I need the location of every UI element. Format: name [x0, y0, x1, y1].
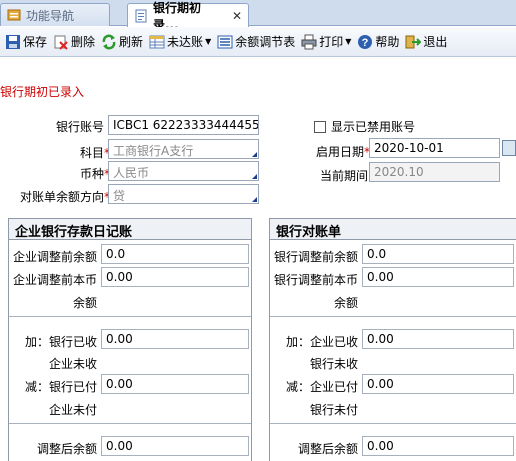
- before-currency-label: 企业调整前本币: [12, 273, 97, 287]
- save-button[interactable]: 保存: [2, 31, 50, 53]
- current-period-field: 2020.10: [369, 162, 500, 182]
- before-currency-label: 银行调整前本币: [273, 273, 358, 287]
- after-balance-label: 调整后余额: [36, 442, 97, 456]
- calendar-icon[interactable]: [502, 140, 516, 156]
- before-currency-label-cont: 余额: [72, 296, 97, 310]
- tab-label: 功能导航: [26, 8, 75, 23]
- save-icon: [5, 34, 21, 50]
- tab-function-nav[interactable]: 功能导航: [0, 3, 110, 26]
- before-currency-label-cont: 余额: [333, 296, 358, 310]
- sub-label: 减：银行已付: [24, 380, 97, 394]
- help-icon: ?: [357, 34, 373, 50]
- add-label-cont: 企业未收: [48, 357, 97, 371]
- panel-title: 银行对账单: [270, 219, 516, 240]
- account-field[interactable]: ICBC1 622233334444555: [108, 115, 259, 135]
- panel-title: 企业银行存款日记账: [9, 219, 251, 240]
- exit-icon: [405, 34, 422, 50]
- after-balance-field[interactable]: 0.00: [362, 436, 514, 456]
- before-balance-label: 银行调整前余额: [273, 250, 358, 264]
- bank-statement-panel: 银行对账单 银行调整前余额 0.0 银行调整前本币 0.00 余额 加：企业已收…: [269, 218, 516, 461]
- balance-sheet-button[interactable]: 余额调节表: [214, 31, 298, 53]
- add-label: 加：银行已收: [24, 335, 97, 349]
- show-disabled-checkbox[interactable]: 显示已禁用账号: [314, 118, 415, 135]
- subject-label: 科目*: [79, 146, 110, 160]
- current-period-label: 当前期间: [319, 169, 368, 183]
- document-icon: [134, 9, 148, 23]
- delete-icon: [53, 34, 69, 50]
- chevron-down-icon: ▼: [345, 37, 352, 46]
- enterprise-journal-panel: 企业银行存款日记账 企业调整前余额 0.0 企业调整前本币 0.00 余额 加：…: [8, 218, 252, 461]
- unreconciled-button[interactable]: 未达账 ▼: [146, 31, 214, 53]
- exit-button[interactable]: 退出: [402, 31, 450, 53]
- account-label: 银行账号: [55, 120, 104, 134]
- print-button[interactable]: 打印 ▼: [298, 31, 354, 53]
- divider: [270, 316, 516, 317]
- home-icon: [7, 8, 21, 22]
- direction-field[interactable]: 贷: [108, 184, 259, 204]
- start-date-field[interactable]: 2020-10-01: [369, 138, 500, 158]
- status-message: 银行期初已录入: [0, 85, 85, 99]
- before-balance-field[interactable]: 0.0: [101, 244, 249, 264]
- sub-label: 减：企业已付: [285, 380, 358, 394]
- add-label: 加：企业已收: [285, 335, 358, 349]
- add-label-cont: 银行未收: [309, 357, 358, 371]
- sub-label-cont: 银行未付: [309, 403, 358, 417]
- toolbar: 保存 删除 刷新 未达账 ▼ 余额调节表 打印 ▼ ? 帮助 退出: [0, 27, 516, 57]
- sub-label-cont: 企业未付: [48, 403, 97, 417]
- currency-field[interactable]: 人民币: [108, 161, 259, 181]
- before-currency-field[interactable]: 0.00: [101, 267, 249, 287]
- refresh-icon: [101, 34, 117, 50]
- subject-field[interactable]: 工商银行A支行: [108, 139, 259, 159]
- help-button[interactable]: ? 帮助: [354, 31, 402, 53]
- list-icon: [217, 34, 233, 50]
- after-balance-label: 调整后余额: [297, 442, 358, 456]
- checkbox-box[interactable]: [314, 120, 326, 133]
- before-currency-field[interactable]: 0.00: [362, 267, 514, 287]
- start-date-label: 启用日期*: [315, 145, 370, 159]
- sub-field[interactable]: 0.00: [101, 374, 249, 394]
- delete-button[interactable]: 删除: [50, 31, 98, 53]
- sub-field[interactable]: 0.00: [362, 374, 514, 394]
- before-balance-field[interactable]: 0.0: [362, 244, 514, 264]
- after-balance-field[interactable]: 0.00: [101, 436, 249, 456]
- svg-text:?: ?: [362, 37, 369, 49]
- close-icon[interactable]: ✕: [232, 9, 242, 23]
- divider: [9, 423, 251, 424]
- add-field[interactable]: 0.00: [362, 329, 514, 349]
- before-balance-label: 企业调整前余额: [12, 250, 97, 264]
- tab-bank-initial[interactable]: 银行期初录... ✕: [127, 1, 249, 32]
- currency-label: 币种*: [79, 167, 110, 181]
- table-icon: [149, 34, 165, 50]
- add-field[interactable]: 0.00: [101, 329, 249, 349]
- tab-bar: 功能导航 银行期初录... ✕: [0, 0, 516, 32]
- printer-icon: [301, 34, 317, 50]
- refresh-button[interactable]: 刷新: [98, 31, 146, 53]
- direction-label: 对账单余额方向*: [19, 190, 110, 204]
- divider: [270, 423, 516, 424]
- divider: [9, 316, 251, 317]
- chevron-down-icon: ▼: [205, 37, 212, 46]
